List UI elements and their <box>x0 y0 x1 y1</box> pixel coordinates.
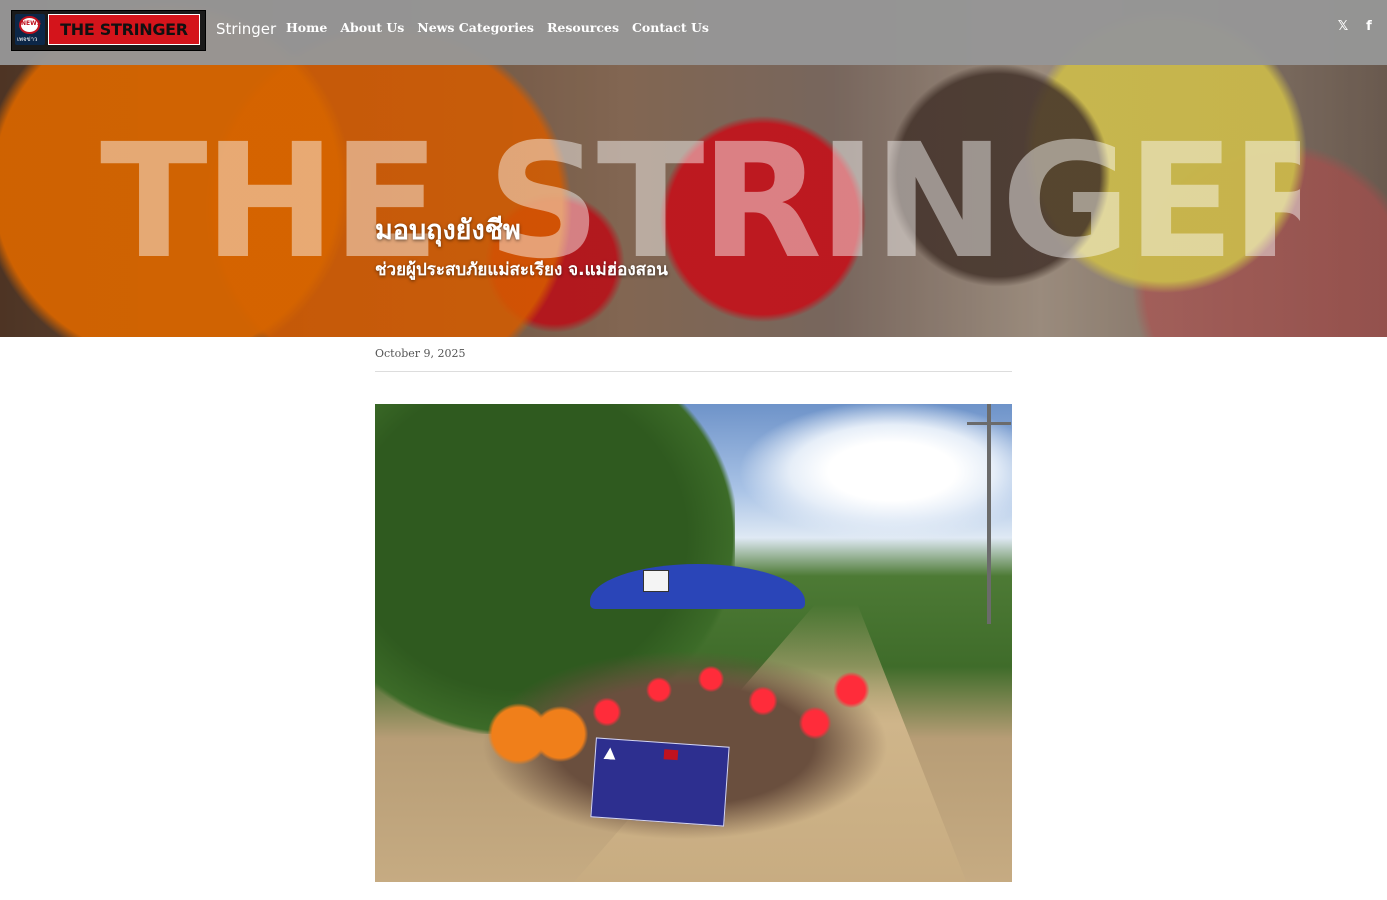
post-date: October 9, 2025 <box>375 347 466 360</box>
logo-badge-label: NEWS <box>21 20 42 27</box>
divider <box>375 371 1012 372</box>
article-subtitle: ช่วยผู้ประสบภัยแม่สะเรียง จ.แม่ฮ่องสอน <box>375 260 668 280</box>
photo-utility-pole <box>967 422 1011 425</box>
logo-wordmark: THE STRINGER <box>48 14 200 45</box>
nav-contact-us[interactable]: Contact Us <box>632 20 709 35</box>
nav-news-categories[interactable]: News Categories <box>417 20 534 35</box>
site-name[interactable]: Stringer <box>216 20 276 38</box>
banner-flag-icon <box>663 749 679 761</box>
social-links: 𝕏 f <box>1337 19 1375 34</box>
site-logo[interactable]: NEWS เพจข่าว THE STRINGER <box>11 10 206 51</box>
hero-watermark: THE STRINGER <box>100 112 1300 292</box>
main-nav: Home About Us News Categories Resources … <box>286 20 709 35</box>
featured-image <box>375 404 1012 882</box>
photo-utility-pole <box>987 404 991 624</box>
logo-badge-sub: เพจข่าว <box>17 36 38 43</box>
logo-badge: NEWS เพจข่าว <box>15 14 45 45</box>
facebook-icon[interactable]: f <box>1363 19 1375 34</box>
photo-tent-sign <box>643 570 669 592</box>
photo-banner <box>590 737 730 827</box>
site-header: NEWS เพจข่าว THE STRINGER Stringer Home … <box>0 0 1387 65</box>
photo-clouds <box>712 404 1012 554</box>
nav-resources[interactable]: Resources <box>547 20 619 35</box>
article-title: มอบถุงยังชีพ <box>375 215 521 246</box>
banner-logo-icon <box>603 747 616 760</box>
nav-home[interactable]: Home <box>286 20 327 35</box>
x-icon[interactable]: 𝕏 <box>1337 19 1349 34</box>
logo-text: THE STRINGER <box>60 20 188 39</box>
nav-about-us[interactable]: About Us <box>340 20 404 35</box>
